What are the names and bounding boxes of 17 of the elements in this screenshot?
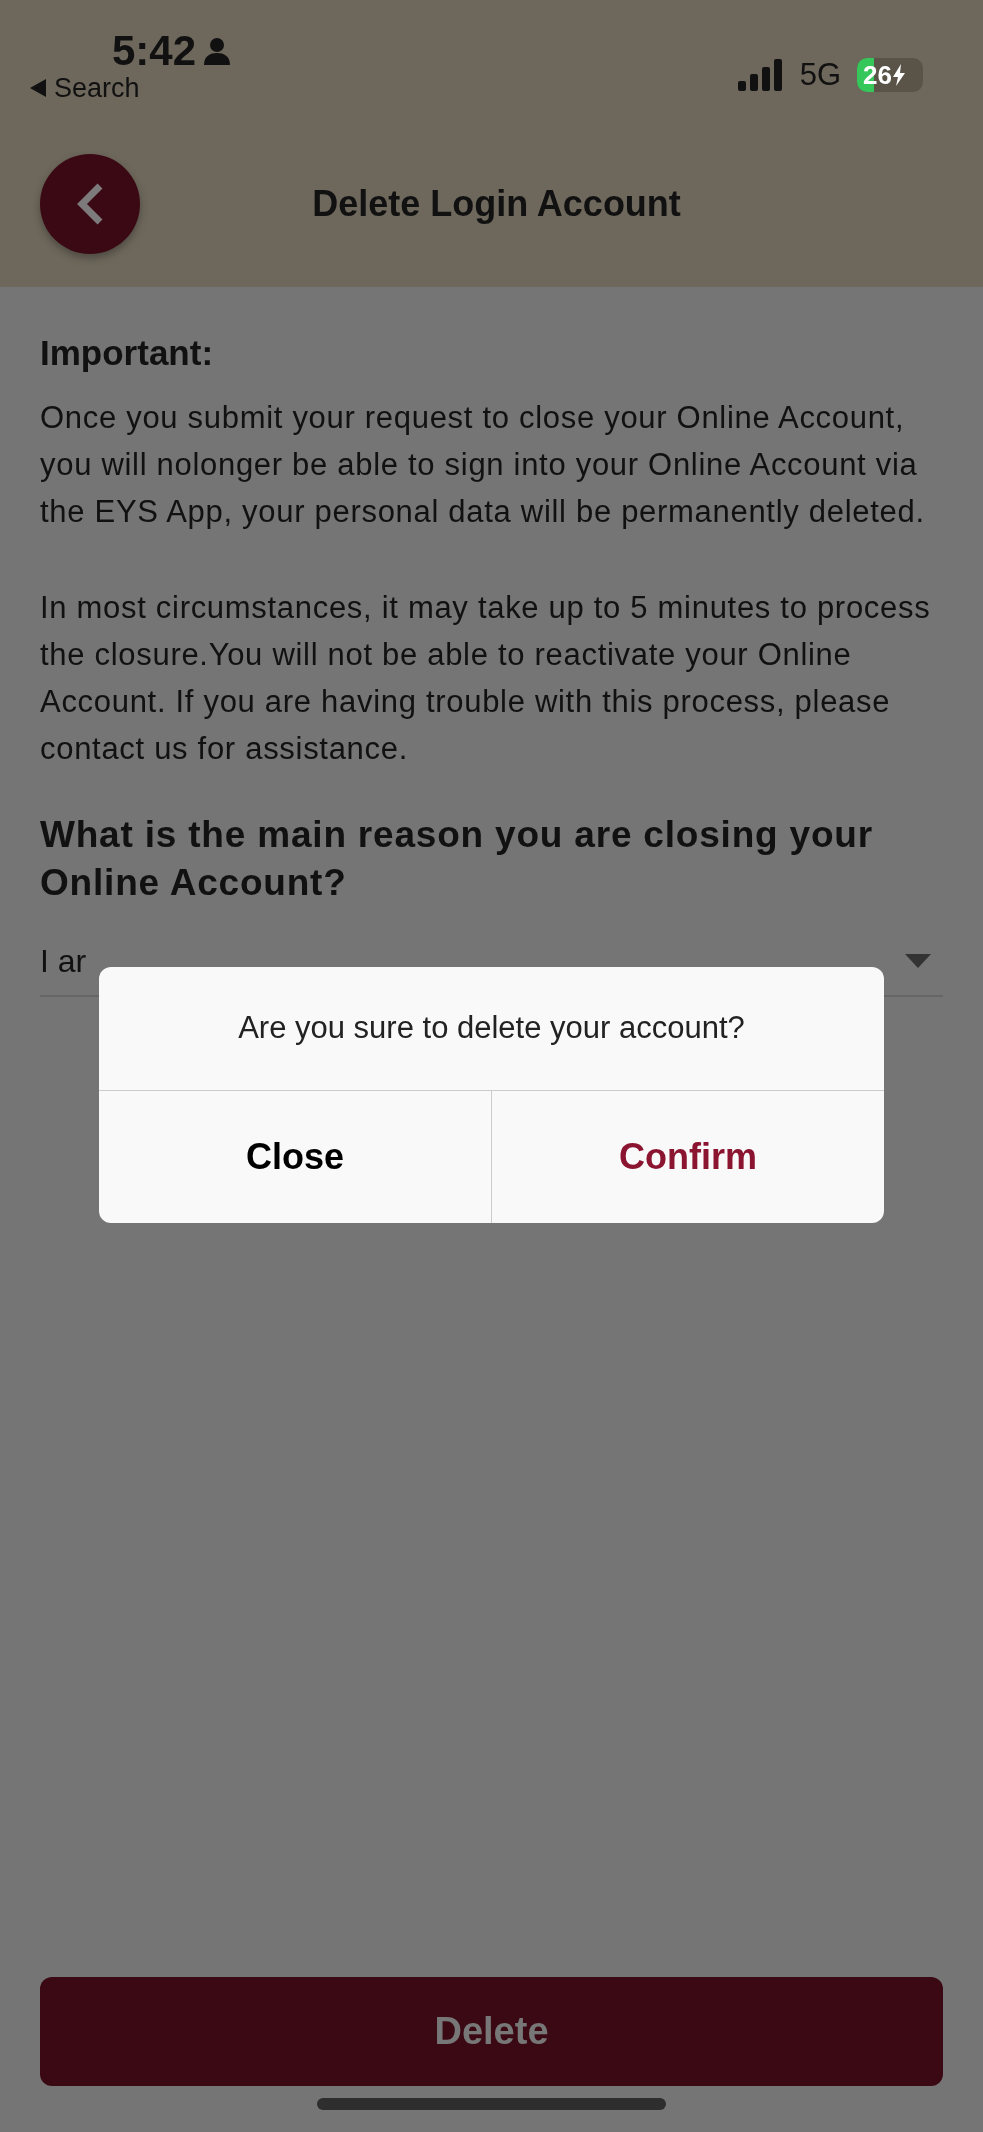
- back-to-app-link[interactable]: Search: [30, 72, 231, 105]
- back-triangle-icon: [30, 79, 46, 98]
- important-heading: Important:: [40, 332, 215, 374]
- network-label: 5G: [799, 55, 841, 94]
- question-heading: What is the main reason you are closing your Online Account?: [40, 812, 874, 905]
- confirm-button[interactable]: Confirm: [491, 1090, 884, 1223]
- info-paragraph: Once you submit your request to close your Online Account, you will nolonger be able to sign into your Online Account via the EYS App, your personal data will be permanently deleted.: [40, 398, 926, 531]
- close-button[interactable]: Close: [99, 1090, 491, 1223]
- info-paragraph: In most circumstances, it may take up to 5 minutes to process the closure.You will not be able to reactivate your Online Account. If you are having trouble with this process, please contact us for assistance.: [40, 588, 932, 768]
- status-time: 5:42: [112, 30, 197, 72]
- dialog-message: Are you sure to delete your account?: [99, 967, 884, 1091]
- delete-button[interactable]: Delete: [40, 1977, 943, 2086]
- person-icon: [204, 37, 231, 65]
- signal-icon: [737, 59, 784, 91]
- caret-icon: [905, 953, 931, 968]
- page-title: Delete Login Account: [311, 182, 681, 224]
- back-button[interactable]: [40, 153, 140, 254]
